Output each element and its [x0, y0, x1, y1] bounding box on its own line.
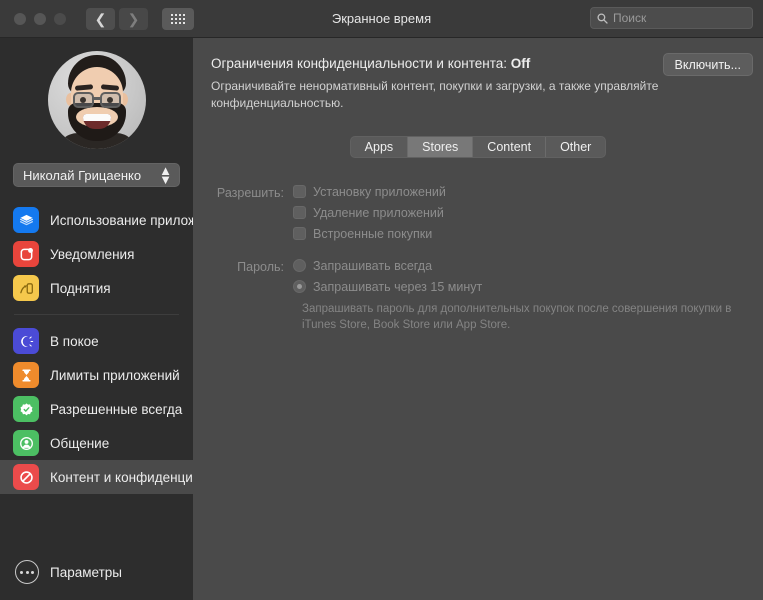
chevron-right-icon: ❯	[127, 10, 140, 27]
sidebar-item-label: Использование прилож	[50, 212, 193, 228]
search-field[interactable]: Поиск	[590, 7, 753, 29]
sidebar-divider	[14, 314, 179, 315]
tab-other[interactable]: Other	[546, 137, 605, 157]
tab-stores[interactable]: Stores	[408, 136, 474, 157]
settings-form: Разрешить: Установку приложений Удаление…	[193, 185, 763, 334]
sidebar-item-label: Общение	[50, 435, 110, 451]
notifications-icon	[13, 241, 39, 267]
page-description: Ограничивайте ненормативный контент, пок…	[211, 79, 659, 111]
sidebar-item-always-allowed[interactable]: Разрешенные всегда	[0, 392, 193, 426]
avatar-container	[0, 51, 193, 149]
checkbox-label: Удаление приложений	[313, 205, 444, 220]
sidebar-item-label: Поднятия	[50, 280, 111, 296]
close-button[interactable]	[14, 12, 26, 25]
show-all-button[interactable]	[162, 7, 194, 30]
allow-group: Разрешить: Установку приложений Удаление…	[203, 185, 763, 241]
tab-segmented-control: Apps Stores Content Other	[349, 135, 607, 158]
options-icon	[15, 560, 39, 584]
sidebar-item-label: Разрешенные всегда	[50, 401, 183, 417]
navigation-buttons: ❮ ❯	[86, 7, 148, 30]
sidebar: Николай Грицаенко ▲ ▼ Использование прило…	[0, 38, 193, 600]
radio-require-after-15-min[interactable]: Запрашивать через 15 минут	[293, 280, 482, 294]
traffic-lights	[14, 12, 66, 25]
memoji-avatar[interactable]	[47, 51, 146, 149]
screen-time-window: ❮ ❯ Экранное время Поиск Николай Грицаен…	[0, 0, 763, 600]
sidebar-item-label: Параметры	[50, 564, 122, 580]
forward-button[interactable]: ❯	[119, 7, 148, 30]
checkbox-install-apps[interactable]: Установку приложений	[293, 185, 446, 199]
sidebar-item-content-privacy[interactable]: Контент и конфиденциа	[0, 460, 193, 494]
password-hint-text: Запрашивать пароль для дополнительных по…	[302, 302, 732, 332]
search-placeholder: Поиск	[613, 11, 647, 25]
downtime-icon	[13, 328, 39, 354]
pickups-icon	[13, 275, 39, 301]
sidebar-item-communication[interactable]: Общение	[0, 426, 193, 460]
password-group: Пароль: Запрашивать всегда Запрашивать ч…	[203, 259, 763, 294]
password-group-label: Пароль:	[237, 259, 284, 274]
pane-header: Ограничения конфиденциальности и контент…	[193, 38, 763, 113]
allow-checkbox-list: Установку приложений Удаление приложений…	[293, 185, 446, 241]
sidebar-item-label: Лимиты приложений	[50, 367, 180, 383]
page-title-prefix: Ограничения конфиденциальности и контент…	[211, 56, 511, 71]
search-icon	[597, 12, 608, 24]
page-title-status: Off	[510, 56, 531, 71]
zoom-button[interactable]	[54, 12, 66, 25]
main-content: Ограничения конфиденциальности и контент…	[193, 38, 763, 600]
checkbox-label: Установку приложений	[313, 184, 446, 199]
radio-circle	[293, 280, 306, 294]
app-usage-icon	[13, 207, 39, 233]
communication-icon	[13, 430, 39, 456]
sidebar-item-label: В покое	[50, 333, 99, 349]
app-limits-icon	[13, 362, 39, 388]
content-privacy-icon	[13, 464, 39, 490]
sidebar-item-pickups[interactable]: Поднятия	[0, 271, 193, 305]
radio-label: Запрашивать всегда	[313, 258, 433, 273]
user-popup-button[interactable]: Николай Грицаенко ▲ ▼	[13, 163, 180, 187]
sidebar-item-options[interactable]: Параметры	[0, 560, 122, 584]
allow-group-label: Разрешить:	[216, 185, 284, 200]
sidebar-item-label: Уведомления	[50, 246, 135, 262]
back-button[interactable]: ❮	[86, 7, 115, 30]
radio-always-require[interactable]: Запрашивать всегда	[293, 259, 482, 273]
radio-circle	[293, 259, 306, 273]
chevron-up-down-icon: ▲ ▼	[159, 162, 172, 187]
checkbox-label: Встроенные покупки	[313, 226, 433, 241]
chevron-left-icon: ❮	[94, 10, 107, 27]
password-radio-list: Запрашивать всегда Запрашивать через 15 …	[293, 259, 482, 294]
titlebar: ❮ ❯ Экранное время Поиск	[0, 0, 763, 38]
checkbox-box	[293, 227, 306, 241]
tab-content[interactable]: Content	[473, 136, 547, 157]
sidebar-item-app-usage[interactable]: Использование прилож	[0, 203, 193, 237]
tab-apps[interactable]: Apps	[351, 136, 409, 157]
minimize-button[interactable]	[34, 12, 46, 25]
checkbox-in-app-purchases[interactable]: Встроенные покупки	[293, 227, 446, 241]
checkbox-delete-apps[interactable]: Удаление приложений	[293, 206, 446, 220]
sidebar-item-app-limits[interactable]: Лимиты приложений	[0, 358, 193, 392]
sidebar-item-label: Контент и конфиденциа	[50, 469, 193, 485]
enable-button[interactable]: Включить...	[662, 53, 753, 76]
sidebar-item-notifications[interactable]: Уведомления	[0, 237, 193, 271]
checkbox-box	[293, 185, 306, 199]
grid-icon	[171, 13, 185, 24]
sidebar-nav-list: Использование прилож Уведомления Подняти…	[0, 203, 193, 494]
sidebar-item-downtime[interactable]: В покое	[0, 324, 193, 358]
user-name-label: Николай Грицаенко	[23, 167, 142, 183]
always-allowed-icon	[13, 396, 39, 422]
checkbox-box	[293, 206, 306, 220]
radio-label: Запрашивать через 15 минут	[313, 279, 483, 294]
